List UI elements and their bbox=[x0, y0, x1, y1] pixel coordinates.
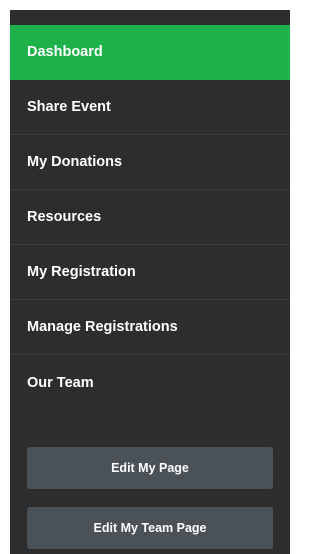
edit-my-page-button[interactable]: Edit My Page bbox=[27, 447, 273, 489]
nav-item-my-registration[interactable]: My Registration bbox=[10, 245, 290, 300]
nav-item-our-team[interactable]: Our Team bbox=[10, 355, 290, 410]
sidebar-top-strip bbox=[10, 10, 290, 25]
edit-my-team-page-button[interactable]: Edit My Team Page bbox=[27, 507, 273, 549]
sidebar-nav: Dashboard Share Event My Donations Resou… bbox=[10, 10, 290, 554]
nav-list: Dashboard Share Event My Donations Resou… bbox=[10, 25, 290, 410]
nav-item-dashboard[interactable]: Dashboard bbox=[10, 25, 290, 80]
nav-item-my-donations[interactable]: My Donations bbox=[10, 135, 290, 190]
nav-item-share-event[interactable]: Share Event bbox=[10, 80, 290, 135]
action-buttons: Edit My Page Edit My Team Page bbox=[27, 447, 273, 549]
nav-item-resources[interactable]: Resources bbox=[10, 190, 290, 245]
nav-item-manage-registrations[interactable]: Manage Registrations bbox=[10, 300, 290, 355]
